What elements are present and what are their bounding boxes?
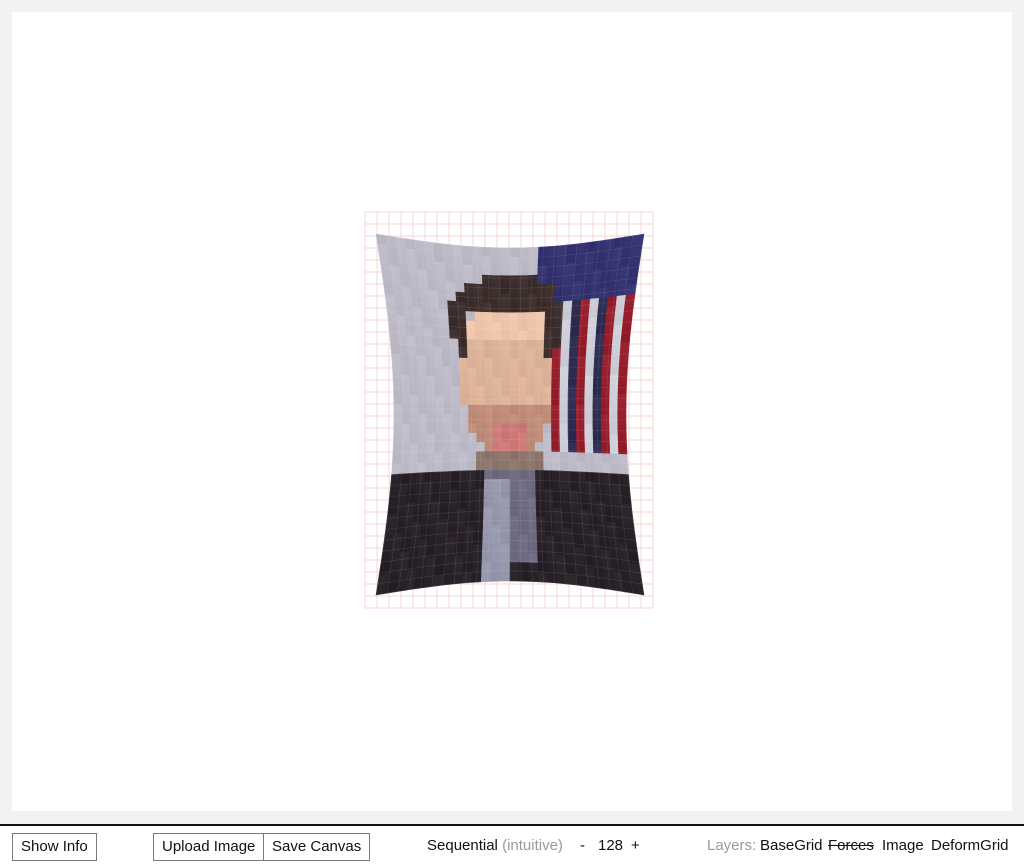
mode-selector[interactable]: Sequential (intuitive): [427, 836, 563, 856]
save-canvas-button[interactable]: Save Canvas: [263, 833, 371, 861]
mode-hint: (intuitive): [502, 837, 563, 854]
mode-label: Sequential: [427, 837, 498, 854]
layers-label: Layers:: [707, 837, 757, 854]
decrement-button[interactable]: -: [580, 836, 585, 856]
show-info-button[interactable]: Show Info: [12, 833, 97, 861]
layer-toggle-basegrid[interactable]: BaseGrid: [760, 836, 823, 856]
increment-button[interactable]: +: [631, 836, 640, 856]
grid-resolution-value: 128: [598, 837, 624, 854]
canvas-area[interactable]: [12, 12, 1012, 811]
layer-toggle-forces[interactable]: Forces: [828, 836, 874, 856]
bottom-toolbar: Show Info Upload Image Save Canvas Seque…: [0, 824, 1024, 865]
layer-toggle-image[interactable]: Image: [882, 836, 924, 856]
layer-toggle-deformgrid[interactable]: DeformGrid: [931, 836, 1009, 856]
upload-image-button[interactable]: Upload Image: [153, 833, 265, 861]
deformation-canvas[interactable]: [12, 12, 1012, 811]
